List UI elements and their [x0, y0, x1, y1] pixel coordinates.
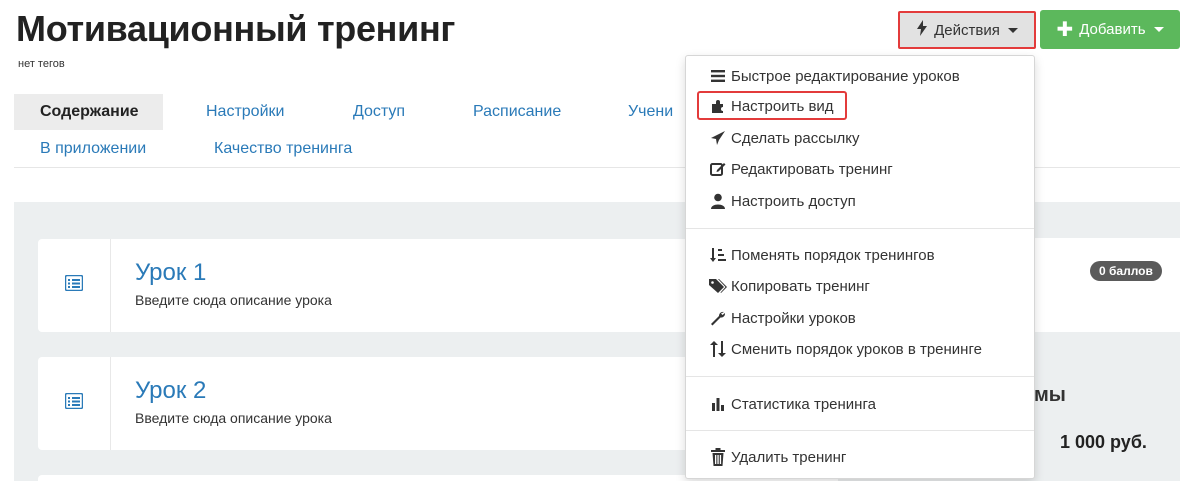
plus-icon: ✚ [1056, 18, 1074, 41]
sort-icon [709, 246, 727, 264]
edit-icon [709, 160, 727, 178]
menu-item-label: Статистика тренинга [731, 395, 876, 413]
menu-item-label: Настроить вид [731, 97, 834, 115]
bar-chart-icon [709, 395, 727, 413]
menu-item-lesson-settings[interactable]: Настройки уроков [709, 306, 856, 330]
menu-item-reorder-lessons[interactable]: Сменить порядок уроков в тренинге [709, 337, 982, 361]
tab-in-app[interactable]: В приложении [40, 140, 146, 158]
tags-icon [709, 277, 727, 295]
actions-label: Действия [934, 21, 1000, 39]
menu-item-copy-training[interactable]: Копировать тренинг [709, 274, 870, 298]
page-title: Мотивационный тренинг [16, 8, 456, 49]
menu-divider [686, 376, 1034, 377]
menu-item-delete-training[interactable]: Удалить тренинг [709, 445, 846, 469]
tags-label: нет тегов [18, 58, 65, 70]
tab-schedule[interactable]: Расписание [473, 103, 561, 121]
trash-icon [709, 448, 727, 466]
lesson-list-icon [64, 274, 84, 296]
menu-item-label: Быстрое редактирование уроков [731, 67, 960, 85]
menu-item-label: Сменить порядок уроков в тренинге [731, 340, 982, 358]
puzzle-icon [709, 97, 727, 115]
menu-item-label: Редактировать тренинг [731, 160, 893, 178]
menu-item-label: Сделать рассылку [731, 129, 860, 147]
add-button[interactable]: ✚ Добавить [1040, 10, 1180, 49]
price-label: 1 000 руб. [1060, 432, 1147, 452]
menu-item-configure-access[interactable]: Настроить доступ [709, 189, 856, 213]
add-label: Добавить [1079, 21, 1146, 38]
lesson-list-icon [64, 392, 84, 414]
menu-item-customize-view[interactable]: Настроить вид [709, 94, 834, 118]
caret-down-icon [1153, 27, 1164, 32]
updown-icon [709, 340, 727, 358]
menu-item-label: Настройки уроков [731, 309, 856, 327]
list-icon [709, 67, 727, 85]
menu-item-quick-edit[interactable]: Быстрое редактирование уроков [709, 64, 960, 88]
menu-item-reorder-trainings[interactable]: Поменять порядок тренингов [709, 243, 935, 267]
tab-content[interactable]: Содержание [40, 103, 139, 121]
lesson-icon-cell [38, 239, 111, 332]
menu-item-label: Копировать тренинг [731, 277, 870, 295]
bolt-icon [916, 20, 928, 40]
user-icon [709, 192, 727, 210]
lesson-description: Введите сюда описание урока [135, 292, 332, 308]
tab-quality[interactable]: Качество тренинга [214, 140, 352, 158]
caret-down-icon [1007, 27, 1018, 33]
menu-item-label: Настроить доступ [731, 192, 856, 210]
send-icon [709, 129, 727, 147]
actions-dropdown-menu: Быстрое редактирование уроков Настроить … [685, 55, 1035, 479]
menu-divider [686, 228, 1034, 229]
lesson-title[interactable]: Урок 2 [135, 377, 206, 405]
menu-divider [686, 430, 1034, 431]
score-badge: 0 баллов [1090, 261, 1162, 281]
lesson-title[interactable]: Урок 1 [135, 259, 206, 287]
menu-item-mailing[interactable]: Сделать рассылку [709, 126, 860, 150]
menu-item-edit-training[interactable]: Редактировать тренинг [709, 157, 893, 181]
wrench-icon [709, 309, 727, 327]
menu-item-statistics[interactable]: Статистика тренинга [709, 392, 876, 416]
side-heading: мы [1034, 384, 1066, 406]
menu-item-label: Поменять порядок тренингов [731, 246, 935, 264]
tab-students[interactable]: Учени [628, 103, 673, 121]
tab-settings[interactable]: Настройки [206, 103, 284, 121]
lesson-score-panel [1035, 238, 1180, 332]
lesson-description: Введите сюда описание урока [135, 410, 332, 426]
actions-button[interactable]: Действия [898, 11, 1036, 49]
menu-item-label: Удалить тренинг [731, 448, 847, 466]
lesson-icon-cell [38, 357, 111, 450]
tab-access[interactable]: Доступ [353, 103, 405, 121]
